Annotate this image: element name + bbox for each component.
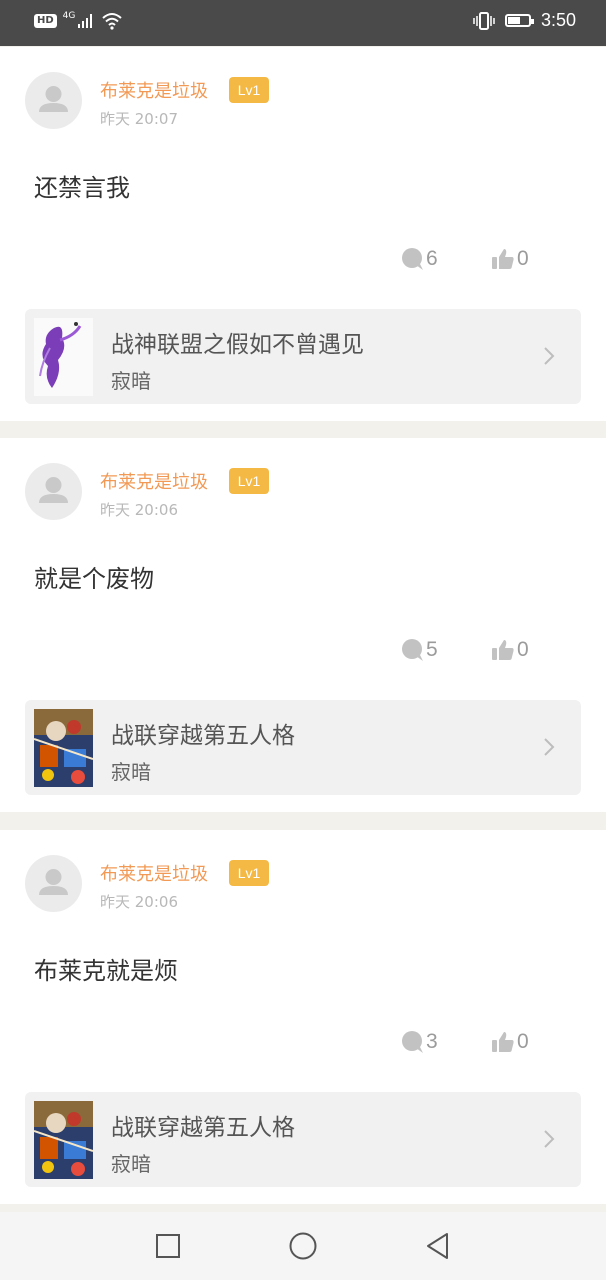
chevron-right-icon (544, 1130, 555, 1148)
comment-count: 3 (426, 1030, 438, 1053)
post-content: 就是个废物 (34, 565, 154, 593)
network-type: 4G (62, 11, 76, 21)
comment-button[interactable]: 6 (400, 247, 438, 271)
level-badge: Lv1 (229, 860, 269, 886)
post-card[interactable]: 布莱克是垃圾 Lv1 昨天 20:06 布莱克就是烦 3 0 战联穿越第五人格 … (0, 830, 606, 1204)
username[interactable]: 布莱克是垃圾 (100, 468, 208, 494)
book-author: 寂暗 (111, 369, 151, 393)
avatar[interactable] (25, 72, 82, 129)
chevron-right-icon (544, 347, 555, 365)
colorful-art-cover (34, 709, 93, 787)
book-author: 寂暗 (111, 760, 151, 784)
like-button[interactable]: 0 (491, 638, 529, 662)
signal-icon (78, 14, 93, 28)
status-left: HD 4G (34, 11, 123, 30)
level-badge: Lv1 (229, 468, 269, 494)
hd-badge: HD (34, 14, 57, 28)
user-placeholder-icon (39, 86, 68, 112)
like-count: 0 (517, 1030, 529, 1053)
comment-count: 6 (426, 247, 438, 270)
user-placeholder-icon (39, 869, 68, 895)
book-link[interactable]: 战联穿越第五人格 寂暗 (25, 1092, 581, 1187)
comment-button[interactable]: 5 (400, 638, 438, 662)
post-content: 布莱克就是烦 (34, 957, 178, 985)
level-badge: Lv1 (229, 77, 269, 103)
circle-icon[interactable] (287, 1230, 319, 1262)
comment-icon (402, 1031, 423, 1053)
username[interactable]: 布莱克是垃圾 (100, 860, 208, 886)
avatar[interactable] (25, 463, 82, 520)
post-card[interactable]: 布莱克是垃圾 Lv1 昨天 20:06 就是个废物 5 0 战联穿越第五人格 寂… (0, 438, 606, 812)
wifi-icon (102, 13, 123, 30)
thumbs-up-icon (492, 249, 514, 269)
like-button[interactable]: 0 (491, 247, 529, 271)
post-time: 昨天 20:06 (100, 893, 178, 911)
purple-figure-cover (34, 318, 93, 396)
square-icon[interactable] (152, 1230, 184, 1262)
comment-button[interactable]: 3 (400, 1030, 438, 1054)
post-content: 还禁言我 (34, 174, 130, 202)
triangle-back-icon[interactable] (422, 1230, 454, 1262)
thumbs-up-icon (492, 640, 514, 660)
post-time: 昨天 20:06 (100, 501, 178, 519)
post-time: 昨天 20:07 (100, 110, 178, 128)
colorful-art-cover (34, 1101, 93, 1179)
book-author: 寂暗 (111, 1152, 151, 1176)
like-count: 0 (517, 247, 529, 270)
like-button[interactable]: 0 (491, 1030, 529, 1054)
comment-icon (402, 639, 423, 661)
username[interactable]: 布莱克是垃圾 (100, 77, 208, 103)
chevron-right-icon (544, 738, 555, 756)
book-title: 战联穿越第五人格 (111, 723, 295, 749)
status-bar: HD 4G 3:50 (0, 0, 606, 46)
book-title: 战联穿越第五人格 (111, 1115, 295, 1141)
clock: 3:50 (540, 10, 576, 30)
vibrate-icon (473, 11, 495, 30)
status-right: 3:50 (473, 10, 576, 31)
book-link[interactable]: 战联穿越第五人格 寂暗 (25, 700, 581, 795)
post-card[interactable]: 布莱克是垃圾 Lv1 昨天 20:07 还禁言我 6 0 战神联盟之假如不曾遇见… (0, 47, 606, 421)
book-link[interactable]: 战神联盟之假如不曾遇见 寂暗 (25, 309, 581, 404)
comment-count: 5 (426, 638, 438, 661)
comment-icon (402, 248, 423, 270)
avatar[interactable] (25, 855, 82, 912)
thumbs-up-icon (492, 1032, 514, 1052)
like-count: 0 (517, 638, 529, 661)
user-placeholder-icon (39, 477, 68, 503)
system-nav-bar (0, 1212, 606, 1280)
battery-icon (504, 14, 534, 27)
book-title: 战神联盟之假如不曾遇见 (111, 332, 364, 358)
